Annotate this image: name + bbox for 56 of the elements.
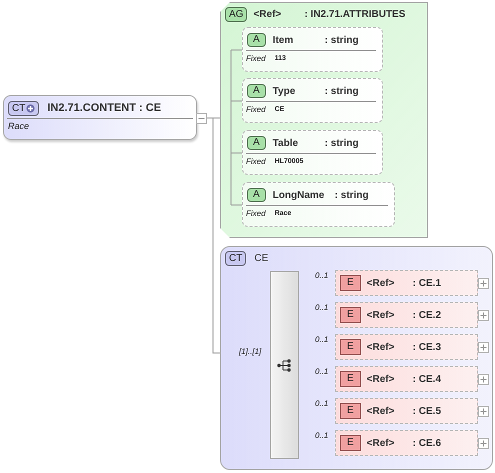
ref-label: <Ref> (366, 404, 396, 418)
attribute-badge: A (247, 33, 266, 47)
element-type: : CE.3 (412, 340, 442, 354)
root-node[interactable]: CT IN2.71.CONTENT : CE Race (3, 95, 197, 140)
element-badge: E (340, 435, 361, 451)
annotation-text: Race (7, 120, 30, 133)
group-title: : IN2.71.ATTRIBUTES (304, 8, 406, 22)
cardinality-label: 0..1 (315, 399, 328, 409)
element-node[interactable]: E <Ref> : CE.2 (335, 302, 478, 328)
attribute-type: : string (324, 34, 359, 48)
attribute-name: LongName (272, 188, 326, 202)
attribute-badge: A (247, 136, 266, 150)
attribute-type: : string (334, 188, 369, 202)
element-badge: E (340, 403, 361, 419)
ref-label: <Ref> (366, 372, 396, 386)
element-type: : CE.6 (412, 436, 442, 450)
fixed-label: Fixed (246, 53, 266, 65)
ref-label: <Ref> (366, 340, 396, 354)
element-type: : CE.5 (412, 404, 442, 418)
element-type: : CE.4 (412, 372, 442, 386)
attribute-name: Item (272, 34, 294, 48)
element-node[interactable]: E <Ref> : CE.6 (335, 430, 478, 456)
attribute-name: Type (272, 84, 296, 98)
cardinality-label: 0..1 (315, 335, 328, 345)
element-type: : CE.1 (412, 276, 442, 290)
element-node[interactable]: E <Ref> : CE.3 (335, 334, 478, 360)
occurrence-label: [1]..[1] (239, 347, 262, 357)
attribute-badge: A (247, 188, 266, 202)
attribute-type: : string (324, 84, 359, 98)
type-badge: CT (225, 251, 246, 266)
ref-label: <Ref> (253, 8, 282, 22)
element-badge: E (340, 275, 361, 291)
attribute-type: : string (324, 136, 359, 150)
element-node[interactable]: E <Ref> : CE.1 (335, 270, 478, 296)
ref-label: <Ref> (366, 276, 396, 290)
fixed-label: Fixed (246, 156, 266, 168)
fixed-label: Fixed (246, 208, 266, 220)
ref-label: <Ref> (366, 436, 396, 450)
element-badge: E (340, 307, 361, 323)
cardinality-label: 0..1 (315, 271, 328, 281)
cardinality-label: 0..1 (315, 431, 328, 441)
cardinality-label: 0..1 (315, 303, 328, 313)
attribute-name: Table (272, 136, 300, 150)
cardinality-label: 0..1 (315, 367, 328, 377)
element-badge: E (340, 339, 361, 355)
element-node[interactable]: E <Ref> : CE.4 (335, 366, 478, 392)
attribute-badge: A (247, 84, 266, 98)
fixed-label: Fixed (246, 104, 266, 116)
ref-label: <Ref> (366, 308, 396, 322)
node-title: IN2.71.CONTENT : CE (47, 101, 162, 116)
group-badge: AG (225, 7, 248, 22)
type-title: CE (254, 252, 268, 266)
type-badge: CT (8, 101, 40, 116)
element-badge: E (340, 371, 361, 387)
element-node[interactable]: E <Ref> : CE.5 (335, 398, 478, 424)
element-type: : CE.2 (412, 308, 442, 322)
